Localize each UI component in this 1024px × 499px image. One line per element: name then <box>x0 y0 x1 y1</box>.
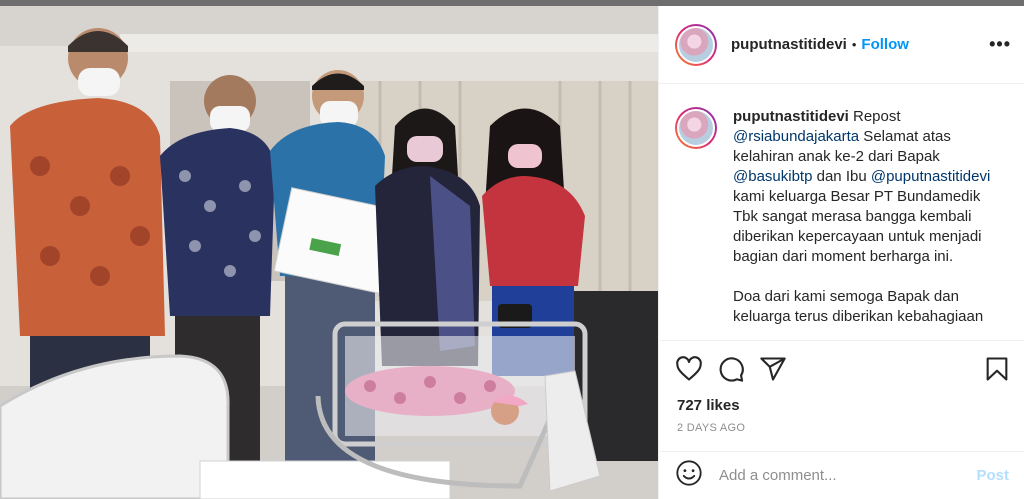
caption-paragraph-2: Doa dari kami semoga Bapak dan keluarga … <box>733 288 984 325</box>
author-avatar[interactable] <box>675 23 717 66</box>
comment-input[interactable]: Add a comment... <box>719 467 976 484</box>
caption-segment: dan Ibu <box>812 168 871 185</box>
share-icon[interactable] <box>759 355 787 383</box>
post-header: puputnastitidevi • Follow ••• <box>659 6 1024 84</box>
actions-section: 727 likes 2 DAYS AGO <box>659 340 1024 440</box>
avatar-image <box>677 109 715 147</box>
caption-paragraph: puputnastitidevi Repost @rsiabundajakarta… <box>733 107 993 267</box>
mention-link[interactable]: @basukibtp <box>733 168 812 185</box>
mention-link[interactable]: @rsiabundajakarta <box>733 128 859 145</box>
mention-link[interactable]: @puputnastitidevi <box>871 168 990 185</box>
caption-username[interactable]: puputnastitidevi <box>733 108 849 125</box>
emoji-icon[interactable] <box>675 459 703 492</box>
photo-illustration <box>0 6 658 499</box>
caption-section: puputnastitidevi Repost @rsiabundajakarta… <box>659 85 1024 339</box>
more-options-icon[interactable]: ••• <box>989 34 1011 55</box>
caption-text: puputnastitidevi Repost @rsiabundajakarta… <box>733 107 993 339</box>
bookmark-icon[interactable] <box>983 355 1011 383</box>
heart-icon[interactable] <box>675 355 703 383</box>
post-timestamp[interactable]: 2 DAYS AGO <box>677 422 745 434</box>
post-side-panel: puputnastitidevi • Follow ••• puputnasti… <box>658 6 1024 499</box>
post-photo <box>0 6 658 499</box>
author-username[interactable]: puputnastitidevi <box>731 36 847 53</box>
post-modal: puputnastitidevi • Follow ••• puputnasti… <box>0 6 1024 499</box>
caption-segment: kami keluarga Besar PT Bundamedik Tbk sa… <box>733 188 982 265</box>
likes-count[interactable]: 727 likes <box>677 397 740 414</box>
caption-author-avatar[interactable] <box>675 107 717 149</box>
caption-repost: Repost <box>848 108 901 125</box>
avatar-image <box>677 25 715 64</box>
post-comment-button[interactable]: Post <box>976 467 1009 484</box>
header-separator: • <box>851 37 857 52</box>
comment-bar: Add a comment... Post <box>659 451 1024 499</box>
follow-button[interactable]: Follow <box>861 36 909 53</box>
action-icons <box>675 355 787 383</box>
comment-icon[interactable] <box>717 355 745 383</box>
